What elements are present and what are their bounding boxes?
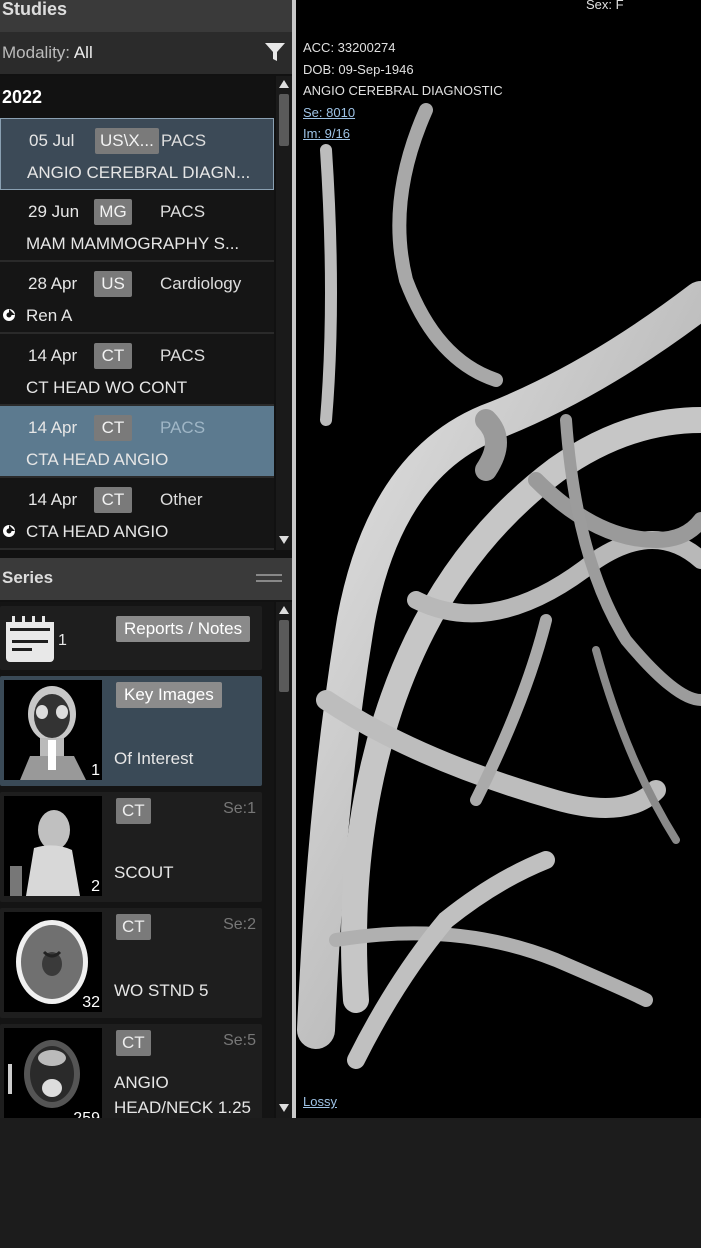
series-thumbnail: 259 [4, 1028, 102, 1118]
modality-badge: US\X... [95, 128, 159, 154]
series-count: 259 [73, 1110, 100, 1118]
study-date: 14 Apr [28, 490, 78, 509]
series-item[interactable]: 32 CT Se:2 WO STND 5 [0, 908, 262, 1018]
series-item[interactable]: 259 CT Se:5 ANGIO HEAD/NECK 1.25 [0, 1024, 262, 1118]
series-count: 1 [58, 632, 67, 649]
series-thumbnail: 2 [4, 796, 102, 896]
study-description: Ren A [26, 306, 73, 325]
study-date: 28 Apr [28, 274, 78, 293]
series-item[interactable]: 2 CT Se:1 SCOUT [0, 792, 262, 902]
series-count: 32 [82, 994, 100, 1011]
series-description-line2: HEAD/NECK 1.25 [114, 1098, 251, 1117]
modality-badge: CT [116, 914, 151, 940]
series-number: Se:2 [223, 916, 256, 933]
bottom-empty-area [0, 1118, 701, 1248]
study-source: PACS [161, 131, 207, 150]
modality-badge: CT [94, 415, 132, 441]
left-panel: Studies Modality: All 2022 05 Jul US\X..… [0, 0, 292, 1118]
study-item[interactable]: 28 Apr US Cardiology Ren A [0, 262, 274, 334]
study-description-overlay: ANGIO CEREBRAL DIAGNOSTIC [303, 83, 503, 98]
date-of-birth: DOB: 09-Sep-1946 [303, 62, 414, 77]
modality-badge: MG [94, 199, 132, 225]
lossy-indicator-link[interactable]: Lossy [303, 1094, 337, 1109]
study-description: ANGIO CEREBRAL DIAGN... [27, 163, 251, 182]
scrollbar-thumb[interactable] [279, 620, 289, 692]
studies-panel-title: Studies [0, 0, 292, 32]
study-date: 14 Apr [28, 346, 78, 365]
scroll-up-arrow-icon[interactable] [279, 80, 289, 88]
series-description: ANGIO [114, 1073, 169, 1092]
series-list: 1 Reports / Notes 1 Key Images Of Intere… [0, 602, 274, 1118]
scout-image [10, 810, 80, 896]
study-date: 14 Apr [28, 418, 78, 437]
modality-badge: CT [94, 487, 132, 513]
pacs-viewer-app: Studies Modality: All 2022 05 Jul US\X..… [0, 0, 701, 1248]
series-list-scrollbar[interactable] [276, 602, 292, 1118]
study-source: PACS [160, 202, 206, 221]
study-item[interactable]: 05 Jul US\X... PACS ANGIO CEREBRAL DIAGN… [0, 118, 274, 190]
study-item-selected[interactable]: 14 Apr CT PACS CTA HEAD ANGIO [0, 406, 274, 478]
study-source: Cardiology [160, 274, 242, 293]
series-title-text: Series [2, 568, 54, 587]
report-calendar-icon [6, 616, 54, 662]
series-number: Se:5 [223, 1032, 256, 1049]
image-number-link[interactable]: Im: 9/16 [303, 126, 350, 141]
series-item-key-images[interactable]: 1 Key Images Of Interest [0, 676, 262, 786]
scrollbar-thumb[interactable] [279, 94, 289, 146]
modality-value: All [73, 43, 93, 62]
key-images-button[interactable]: Key Images [116, 682, 222, 708]
filter-icon[interactable] [264, 41, 286, 63]
scroll-down-arrow-icon[interactable] [279, 536, 289, 544]
modality-label: Modality: [2, 43, 71, 62]
series-description: SCOUT [114, 863, 174, 882]
study-list-scrollbar[interactable] [276, 76, 292, 550]
scroll-down-arrow-icon[interactable] [279, 1104, 289, 1112]
external-study-icon [3, 309, 15, 321]
study-description: CTA HEAD ANGIO [26, 450, 169, 469]
study-source: Other [160, 490, 203, 509]
scroll-up-arrow-icon[interactable] [279, 606, 289, 614]
study-date: 05 Jul [29, 131, 75, 150]
series-count: 2 [91, 878, 100, 895]
study-item[interactable]: 29 Jun MG PACS MAM MAMMOGRAPHY S... [0, 190, 274, 262]
study-date: 29 Jun [28, 202, 80, 221]
study-source: PACS [160, 346, 206, 365]
series-number: Se:1 [223, 800, 256, 817]
modality-filter[interactable]: Modality: All [0, 32, 292, 74]
axial-neck-ct-image [8, 1040, 80, 1108]
series-description: WO STND 5 [114, 981, 209, 1000]
series-thumbnail: 32 [4, 912, 102, 1012]
image-viewport[interactable]: Sex: F ACC: 33200274 DOB: 09-Sep-1946 AN… [296, 0, 701, 1118]
modality-badge: CT [116, 1030, 151, 1056]
study-item[interactable]: 14 Apr CT Other CTA HEAD ANGIO [0, 478, 274, 550]
collapse-handle-icon[interactable] [256, 574, 282, 582]
reports-notes-button[interactable]: Reports / Notes [116, 616, 251, 642]
series-panel-title: Series [0, 558, 292, 600]
series-number-link[interactable]: Se: 8010 [303, 105, 355, 120]
study-item[interactable]: 14 Apr CT PACS CT HEAD WO CONT [0, 334, 274, 406]
study-list: 2022 05 Jul US\X... PACS ANGIO CEREBRAL … [0, 76, 274, 550]
series-description: Of Interest [114, 749, 194, 768]
year-group-header: 2022 [0, 76, 274, 118]
external-study-icon [3, 525, 15, 537]
series-count: 1 [91, 762, 100, 779]
series-item-reports[interactable]: 1 Reports / Notes [0, 606, 262, 670]
study-description: CT HEAD WO CONT [26, 378, 188, 397]
3d-angiography-render [297, 103, 701, 1069]
series-thumbnail: 1 [4, 680, 102, 780]
study-source: PACS [160, 418, 206, 437]
accession-number: ACC: 33200274 [303, 40, 396, 55]
study-description: MAM MAMMOGRAPHY S... [26, 234, 240, 253]
modality-badge: CT [116, 798, 151, 824]
coronal-ct-image [20, 686, 86, 780]
patient-sex: Sex: F [586, 0, 624, 12]
study-description: CTA HEAD ANGIO [26, 522, 169, 541]
modality-badge: CT [94, 343, 132, 369]
modality-badge: US [94, 271, 132, 297]
